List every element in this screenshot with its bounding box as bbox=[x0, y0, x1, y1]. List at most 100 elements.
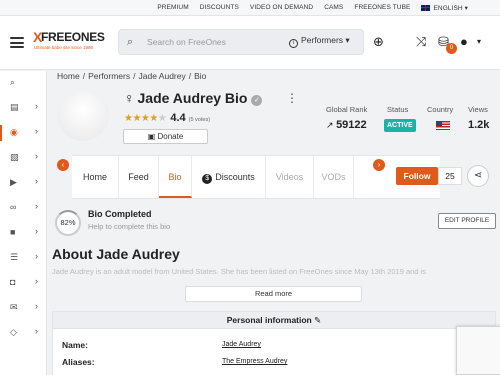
user-account-icon[interactable]: ● bbox=[460, 34, 468, 49]
follow-button[interactable]: Follow bbox=[396, 167, 438, 185]
info-value-name[interactable]: Jade Audrey bbox=[222, 341, 261, 348]
tab-feed[interactable]: Feed bbox=[119, 156, 159, 198]
personal-info-heading: Personal information ✎ bbox=[53, 312, 495, 329]
chevron-right-icon: › bbox=[35, 301, 38, 311]
chevron-right-icon: › bbox=[35, 326, 38, 336]
tab-bio[interactable]: Bio bbox=[159, 156, 192, 198]
chevron-right-icon: › bbox=[35, 251, 38, 261]
links-icon: ∞ bbox=[10, 202, 17, 212]
hamburger-menu-icon[interactable] bbox=[10, 37, 24, 48]
top-link-tube[interactable]: FREEONES TUBE bbox=[354, 4, 410, 11]
chevron-right-icon: › bbox=[35, 226, 38, 236]
main-header: X FREEONES Ultimate babe site since 1998… bbox=[0, 16, 500, 70]
more-options-icon[interactable]: ⋮ bbox=[286, 91, 298, 105]
bio-completed-title: Bio Completed bbox=[88, 209, 152, 219]
uk-flag-icon bbox=[421, 4, 431, 11]
avatar[interactable] bbox=[57, 89, 109, 141]
cams-icon: ■ bbox=[10, 227, 16, 237]
verified-icon: ✓ bbox=[251, 95, 263, 106]
top-link-vod[interactable]: VIDEO ON DEMAND bbox=[250, 4, 313, 11]
gift-icon: ▣ bbox=[147, 132, 156, 141]
sidebar-item-links[interactable]: ∞ › bbox=[0, 196, 47, 220]
rating-stars: ★★★★★ bbox=[124, 113, 167, 124]
chevron-down-icon: ▾ bbox=[464, 4, 468, 12]
tab-home[interactable]: Home bbox=[72, 156, 119, 198]
chevron-right-icon: › bbox=[35, 201, 38, 211]
sidebar-item-photos[interactable]: ▧ › bbox=[0, 146, 47, 170]
recaptcha-badge[interactable] bbox=[456, 326, 500, 375]
left-sidebar: ⌕ ▤ › ◉ › ▧ › ▶ › ∞ › ■ › ☰ › ◘ › ✉ › ◇ › bbox=[0, 71, 47, 375]
sidebar-item-premium[interactable]: ◇ › bbox=[0, 321, 47, 345]
breadcrumb-performer[interactable]: Jade Audrey bbox=[138, 71, 185, 81]
breadcrumb-performers[interactable]: Performers bbox=[88, 71, 130, 81]
dollar-icon: $ bbox=[202, 174, 213, 184]
follower-count: 25 bbox=[438, 167, 462, 185]
bio-completion-ring: 82% bbox=[55, 210, 81, 236]
chevron-right-icon: › bbox=[35, 126, 38, 136]
premium-icon: ◇ bbox=[10, 327, 17, 337]
personal-info-panel: Personal information ✎ Name: Jade Audrey… bbox=[52, 311, 496, 375]
sidebar-item-cams[interactable]: ■ › bbox=[0, 221, 47, 245]
page-title: ♀ Jade Audrey Bio ✓ bbox=[124, 90, 263, 106]
games-icon: ◘ bbox=[10, 277, 16, 287]
shuffle-icon[interactable]: ⤨ bbox=[416, 34, 426, 50]
search-scope-select[interactable]: i Performers ▾ bbox=[289, 35, 350, 48]
rating[interactable]: ★★★★★ 4.4 (5 votes) bbox=[124, 112, 210, 124]
add-icon[interactable]: ⊕ bbox=[373, 34, 384, 50]
read-more-button[interactable]: Read more bbox=[185, 286, 362, 302]
status-badge: ACTIVE bbox=[384, 119, 416, 132]
global-rank-value: ↗ 59122 bbox=[326, 119, 367, 131]
sidebar-item-feed[interactable]: ☰ › bbox=[0, 246, 47, 270]
language-selector[interactable]: ENGLISH ▾ bbox=[421, 4, 468, 12]
tabs-scroll-right-icon[interactable]: › bbox=[373, 159, 385, 171]
edit-profile-button[interactable]: EDIT PROFILE bbox=[438, 213, 496, 229]
freeones-logo[interactable]: X FREEONES Ultimate babe site since 1998 bbox=[33, 29, 111, 56]
photos-icon: ▧ bbox=[10, 152, 19, 162]
chevron-right-icon: › bbox=[35, 151, 38, 161]
search-input[interactable] bbox=[147, 35, 277, 49]
share-icon[interactable]: ⋖ bbox=[467, 165, 489, 187]
tab-discounts[interactable]: $ Discounts bbox=[192, 156, 266, 198]
main-content: Home / Performers / Jade Audrey / Bio ♀ Jade Au… bbox=[52, 71, 500, 375]
videos-icon: ▶ bbox=[10, 177, 17, 187]
chevron-right-icon: › bbox=[35, 101, 38, 111]
search-icon: ⌕ bbox=[10, 77, 16, 87]
breadcrumb-home[interactable]: Home bbox=[57, 71, 80, 81]
chevron-right-icon: › bbox=[35, 276, 38, 286]
views-value: 1.2k bbox=[468, 119, 490, 131]
edit-pencil-icon[interactable]: ✎ bbox=[314, 315, 321, 325]
tab-vods[interactable]: VODs bbox=[314, 156, 354, 198]
tabs-container: Home Feed Bio $ Discounts Videos VODs bbox=[72, 155, 440, 199]
performer-icon: i bbox=[289, 39, 298, 48]
tab-videos[interactable]: Videos bbox=[266, 156, 314, 198]
donate-button[interactable]: ▣ Donate bbox=[123, 129, 208, 144]
about-text: Jade Audrey is an adult model from Unite… bbox=[52, 267, 426, 276]
top-link-premium[interactable]: PREMIUM bbox=[157, 4, 188, 11]
breadcrumb: Home / Performers / Jade Audrey / Bio bbox=[57, 71, 207, 81]
chevron-down-icon[interactable]: ▾ bbox=[477, 37, 481, 46]
sidebar-item-search[interactable]: ⌕ bbox=[0, 71, 47, 95]
sidebar-item-performers[interactable]: ◉ › bbox=[0, 121, 47, 145]
info-row-aliases: Aliases: The Empress Audrey bbox=[62, 357, 288, 367]
status-label: Status bbox=[387, 105, 409, 114]
search-icon[interactable]: ⌕ bbox=[127, 36, 133, 49]
chat-icon: ✉ bbox=[10, 302, 18, 312]
breadcrumb-current: Bio bbox=[194, 71, 207, 81]
global-rank-label: Global Rank bbox=[326, 105, 368, 114]
top-link-cams[interactable]: CAMS bbox=[324, 4, 343, 11]
sidebar-item-games[interactable]: ◘ › bbox=[0, 271, 47, 295]
female-icon: ♀ bbox=[124, 90, 135, 106]
info-value-aliases[interactable]: The Empress Audrey bbox=[222, 358, 287, 365]
trend-icon: ↗ bbox=[326, 120, 334, 130]
about-heading: About Jade Audrey bbox=[52, 246, 180, 262]
views-label: Views bbox=[468, 105, 488, 114]
sidebar-item-new[interactable]: ▤ › bbox=[0, 96, 47, 120]
info-row-name: Name: Jade Audrey bbox=[62, 340, 261, 350]
chevron-down-icon: ▾ bbox=[345, 35, 350, 45]
notification-badge: 0 bbox=[446, 43, 457, 54]
tabs-scroll-left-icon[interactable]: ‹ bbox=[57, 159, 69, 171]
top-link-discounts[interactable]: DISCOUNTS bbox=[200, 4, 239, 11]
sidebar-item-videos[interactable]: ▶ › bbox=[0, 171, 47, 195]
us-flag-icon bbox=[436, 121, 450, 132]
sidebar-item-chat[interactable]: ✉ › bbox=[0, 296, 47, 320]
